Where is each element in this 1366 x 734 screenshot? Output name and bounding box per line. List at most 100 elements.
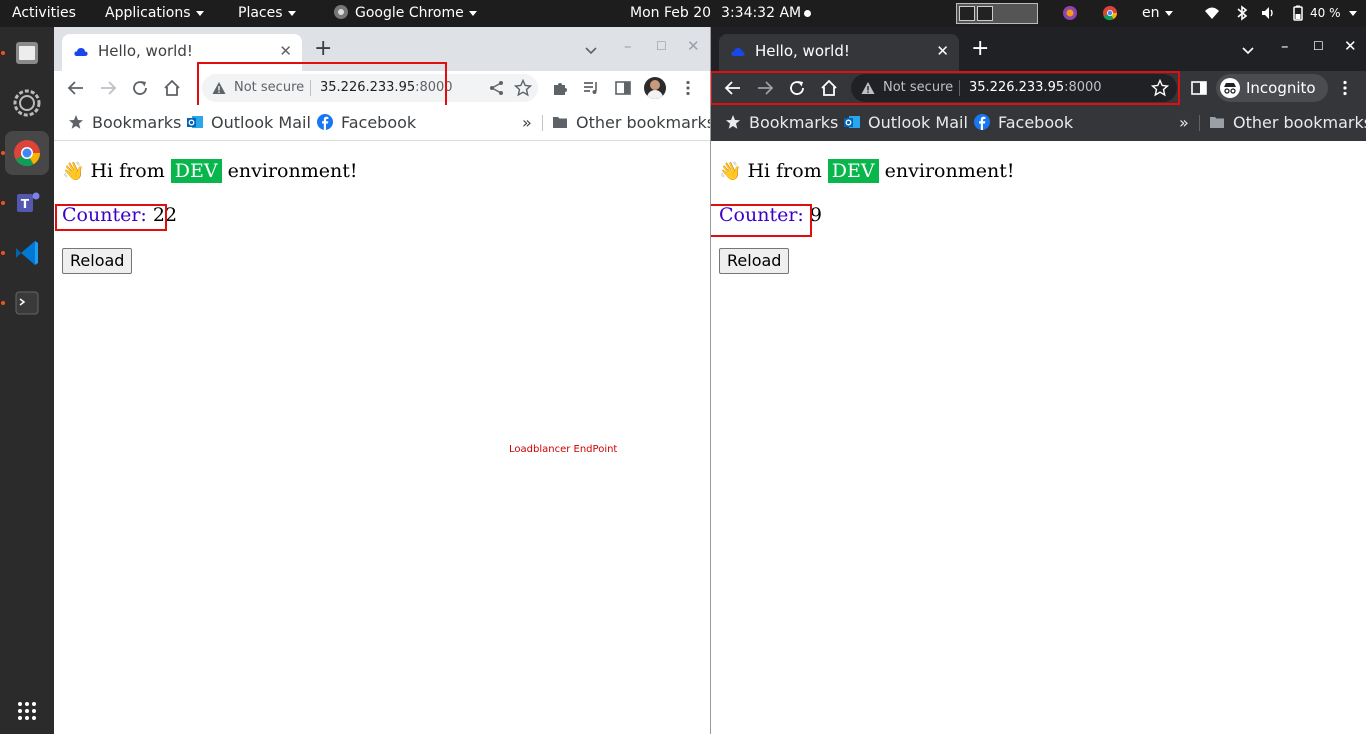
- greeting-prefix: Hi from: [747, 160, 822, 182]
- bookmarks-item[interactable]: Bookmarks: [725, 113, 838, 132]
- battery-icon[interactable]: [1290, 5, 1306, 21]
- system-menu-chevron-icon[interactable]: [1349, 11, 1357, 16]
- app-name: Google Chrome: [355, 5, 464, 21]
- maximize-icon[interactable]: ☐: [656, 37, 667, 55]
- clock-time: 3:34:32 AM: [721, 5, 802, 21]
- greeting-suffix: environment!: [227, 160, 358, 182]
- new-tab-button[interactable]: +: [971, 38, 989, 60]
- chrome-icon[interactable]: [5, 131, 49, 175]
- reload-icon[interactable]: [131, 79, 149, 97]
- more-bookmarks-chevron[interactable]: »: [1179, 113, 1189, 132]
- volume-icon[interactable]: [1260, 5, 1276, 21]
- avatar[interactable]: [644, 77, 666, 99]
- home-icon[interactable]: [163, 79, 181, 97]
- firefox-tray-icon[interactable]: [1062, 5, 1078, 21]
- outlook-bookmark[interactable]: Outlook Mail: [844, 113, 968, 132]
- incognito-badge[interactable]: Incognito: [1216, 74, 1328, 102]
- star-icon: [69, 115, 83, 129]
- terminal-icon[interactable]: [5, 281, 49, 325]
- other-bookmarks[interactable]: Other bookmarks: [552, 113, 710, 132]
- outlook-bookmark[interactable]: Outlook Mail: [187, 113, 311, 132]
- applications-menu[interactable]: Applications: [105, 0, 204, 27]
- app-menu[interactable]: Google Chrome: [333, 0, 477, 27]
- applications-label: Applications: [105, 5, 191, 21]
- reload-button[interactable]: Reload: [62, 248, 133, 274]
- reload-button[interactable]: Reload: [719, 248, 790, 274]
- activities-button[interactable]: Activities: [12, 0, 76, 27]
- extensions-puzzle-icon[interactable]: [551, 79, 569, 97]
- cloud-favicon-icon: [74, 48, 88, 56]
- minimize-icon[interactable]: –: [624, 37, 632, 55]
- close-tab-icon[interactable]: ✕: [279, 42, 292, 60]
- annotation-box-address: [711, 71, 1180, 105]
- tab-hello-world[interactable]: Hello, world! ✕: [719, 34, 959, 71]
- forward-arrow-icon[interactable]: [99, 79, 117, 97]
- other-bookmarks[interactable]: Other bookmarks: [1209, 113, 1366, 132]
- kebab-menu-icon[interactable]: [1336, 79, 1354, 97]
- greeting-prefix: Hi from: [90, 160, 165, 182]
- back-arrow-icon[interactable]: [67, 79, 85, 97]
- places-menu[interactable]: Places: [238, 0, 296, 27]
- folder-icon: [553, 117, 567, 128]
- annotation-box-counter: [55, 204, 167, 231]
- wave-emoji: 👋: [719, 161, 742, 182]
- vscode-logo-icon: [16, 241, 38, 265]
- gear-icon: [13, 89, 41, 117]
- close-tab-icon[interactable]: ✕: [936, 42, 949, 60]
- greeting: 👋 Hi from DEV environment!: [719, 159, 1014, 183]
- bookmark-star-icon[interactable]: [514, 79, 532, 97]
- teams-icon[interactable]: T: [5, 181, 49, 225]
- share-icon[interactable]: [488, 79, 506, 97]
- page-content: 👋 Hi from DEV environment! Counter: 9 Re…: [711, 141, 1366, 734]
- side-panel-icon[interactable]: [1190, 79, 1208, 97]
- facebook-label: Facebook: [998, 113, 1074, 132]
- outlook-label: Outlook Mail: [868, 113, 968, 132]
- separator: [1199, 115, 1200, 131]
- apps-grid-icon[interactable]: [5, 689, 49, 733]
- avatar-face: [650, 80, 660, 90]
- tab-search-chevron-icon[interactable]: [584, 43, 598, 57]
- bookmarks-item[interactable]: Bookmarks: [68, 113, 181, 132]
- wifi-icon[interactable]: [1204, 5, 1220, 21]
- bluetooth-icon[interactable]: [1234, 5, 1250, 21]
- media-control-icon[interactable]: [582, 79, 600, 97]
- browser-window-left: Hello, world! ✕ + – ☐ ✕ Not secure 35.22…: [54, 27, 710, 734]
- chevron-down-icon: [287, 10, 296, 16]
- tab-search-chevron-icon[interactable]: [1241, 43, 1255, 57]
- chrome-app-icon: [334, 5, 348, 19]
- folder-icon: [1210, 117, 1224, 128]
- workspace-1[interactable]: [959, 6, 975, 21]
- notification-dot: [804, 10, 811, 17]
- incognito-label: Incognito: [1246, 79, 1316, 97]
- minimize-icon[interactable]: –: [1281, 37, 1289, 55]
- side-panel-icon[interactable]: [614, 79, 632, 97]
- close-window-icon[interactable]: ✕: [1344, 37, 1357, 55]
- language-menu[interactable]: en: [1142, 0, 1173, 27]
- workspace-switcher[interactable]: [956, 3, 1038, 24]
- chrome-tray-icon[interactable]: [1102, 5, 1118, 21]
- teams-logo-icon: T: [17, 192, 40, 212]
- env-badge: DEV: [827, 159, 879, 183]
- new-tab-button[interactable]: +: [314, 38, 332, 60]
- places-label: Places: [238, 5, 283, 21]
- more-bookmarks-chevron[interactable]: »: [522, 113, 532, 132]
- top-bar: Activities Applications Places Google Ch…: [0, 0, 1366, 27]
- chevron-down-icon: [195, 10, 204, 16]
- close-window-icon[interactable]: ✕: [687, 37, 700, 55]
- clock[interactable]: Mon Feb 20 3:34:32 AM: [630, 0, 801, 27]
- star-icon: [726, 115, 740, 129]
- battery-percent: 40 %: [1310, 6, 1341, 20]
- files-icon[interactable]: [5, 31, 49, 75]
- settings-icon[interactable]: [5, 81, 49, 125]
- workspace-2[interactable]: [977, 6, 993, 21]
- vscode-icon[interactable]: [5, 231, 49, 275]
- facebook-bookmark[interactable]: Facebook: [317, 113, 416, 132]
- chevron-down-icon: [468, 10, 477, 16]
- maximize-icon[interactable]: ☐: [1313, 37, 1324, 55]
- annotation-box-address: [197, 62, 447, 108]
- env-badge: DEV: [170, 159, 222, 183]
- kebab-menu-icon[interactable]: [679, 79, 697, 97]
- folder-icon: [16, 42, 38, 64]
- facebook-bookmark[interactable]: Facebook: [974, 113, 1073, 132]
- other-bookmarks-label: Other bookmarks: [1233, 113, 1366, 132]
